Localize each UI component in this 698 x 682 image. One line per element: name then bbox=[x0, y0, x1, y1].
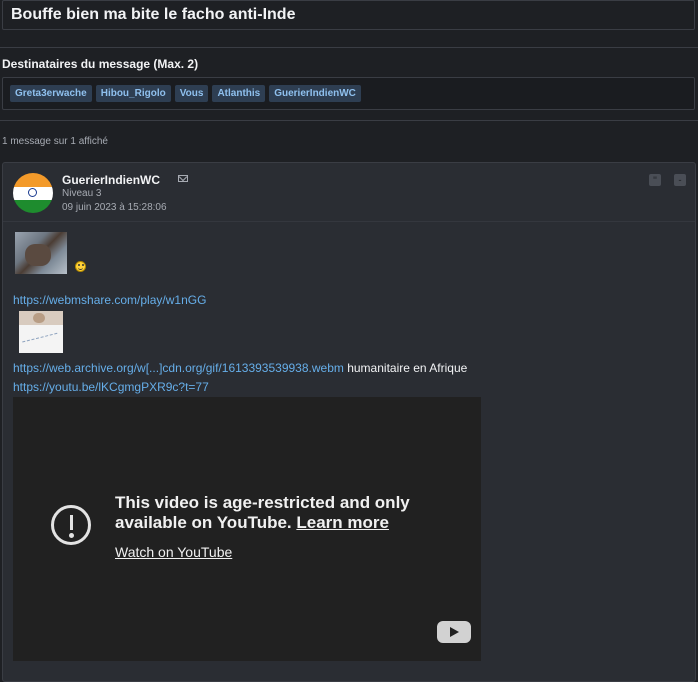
subject-box: Bouffe bien ma bite le facho anti-Inde bbox=[2, 0, 695, 30]
link-webmshare[interactable]: https://webmshare.com/play/w1nGG bbox=[13, 293, 206, 307]
avatar[interactable] bbox=[13, 173, 53, 213]
alert-bar bbox=[70, 515, 73, 530]
youtube-logo-icon[interactable] bbox=[437, 621, 471, 643]
alert-dot bbox=[69, 533, 74, 538]
message-date: 09 juin 2023 à 15:28:06 bbox=[62, 202, 167, 213]
youtube-embed[interactable]: This video is age-restricted and only av… bbox=[13, 397, 481, 661]
author-name[interactable]: GuerierIndienWC bbox=[62, 173, 160, 187]
message-text: humanitaire en Afrique bbox=[343, 361, 468, 375]
divider bbox=[3, 221, 695, 222]
link-youtube[interactable]: https://youtu.be/lKCgmgPXR9c?t=77 bbox=[13, 380, 209, 394]
recipients-title: Destinataires du message (Max. 2) bbox=[2, 57, 199, 71]
message-subject: Bouffe bien ma bite le facho anti-Inde bbox=[11, 6, 296, 23]
recipient-tag[interactable]: Vous bbox=[174, 85, 209, 102]
message-count: 1 message sur 1 affiché bbox=[2, 136, 108, 147]
age-restricted-message: This video is age-restricted and only av… bbox=[115, 493, 435, 533]
quote-icon[interactable]: " bbox=[649, 174, 661, 186]
recipient-tag[interactable]: Hibou_Rigolo bbox=[95, 85, 171, 102]
recipient-tag[interactable]: Greta3erwache bbox=[10, 85, 92, 102]
mail-icon[interactable] bbox=[178, 175, 188, 182]
image-thumbnail[interactable] bbox=[19, 311, 63, 353]
learn-more-link[interactable]: Learn more bbox=[296, 513, 389, 532]
thumbnail-shape bbox=[25, 244, 51, 266]
flag-stripe bbox=[13, 173, 53, 187]
smiley-icon bbox=[75, 261, 86, 272]
recipient-tag[interactable]: GuerierIndienWC bbox=[269, 85, 361, 102]
divider bbox=[0, 120, 698, 121]
alert-icon bbox=[51, 505, 91, 545]
image-thumbnail[interactable] bbox=[15, 232, 67, 274]
divider bbox=[0, 47, 698, 48]
recipients-box: Greta3erwache Hibou_Rigolo Vous Atlanthi… bbox=[2, 77, 695, 110]
author-level: Niveau 3 bbox=[62, 188, 102, 199]
recipient-tag[interactable]: Atlanthis bbox=[212, 85, 266, 102]
report-icon[interactable]: - bbox=[674, 174, 686, 186]
watch-on-youtube-link[interactable]: Watch on YouTube bbox=[115, 544, 232, 560]
chakra-icon bbox=[28, 188, 37, 197]
thumbnail-shape bbox=[19, 311, 63, 325]
thumbnail-shape bbox=[22, 332, 60, 353]
flag-stripe bbox=[13, 200, 53, 213]
message-card: GuerierIndienWC Niveau 3 09 juin 2023 à … bbox=[2, 162, 696, 682]
link-archive[interactable]: https://web.archive.org/w[...]cdn.org/gi… bbox=[13, 361, 344, 375]
